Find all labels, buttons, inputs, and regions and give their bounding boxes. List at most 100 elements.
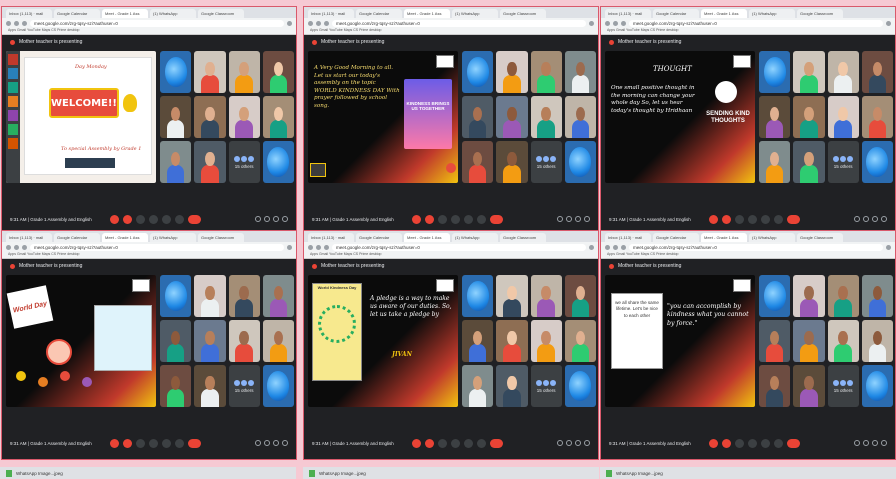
- participant-tile[interactable]: [194, 96, 226, 138]
- browser-tab[interactable]: Google Calendar: [356, 233, 402, 242]
- browser-tab[interactable]: (1) WhatsApp: [150, 9, 196, 18]
- reload-icon[interactable]: [621, 244, 626, 250]
- thumbnail[interactable]: [8, 54, 18, 65]
- browser-tab[interactable]: Inbox (1,113) · mail: [308, 9, 354, 18]
- participant-tile[interactable]: [759, 275, 791, 317]
- participant-tile[interactable]: [462, 141, 494, 183]
- back-icon[interactable]: [6, 20, 11, 26]
- participant-tile[interactable]: [496, 365, 528, 407]
- reload-icon[interactable]: [22, 20, 27, 26]
- participant-tile[interactable]: [496, 275, 528, 317]
- profile-icon[interactable]: [589, 244, 594, 250]
- back-icon[interactable]: [308, 244, 313, 250]
- camera-off-button[interactable]: [722, 214, 731, 224]
- participant-tile[interactable]: [564, 96, 596, 138]
- url-bar[interactable]: meet.google.com/zrg-tqsy-szi?authuser=0: [629, 243, 883, 251]
- participant-tile[interactable]: [228, 96, 260, 138]
- participant-tile[interactable]: [827, 51, 859, 93]
- thumbnail[interactable]: [8, 68, 18, 79]
- others-tile[interactable]: 15 others: [530, 141, 562, 183]
- participant-tile[interactable]: [228, 275, 260, 317]
- participant-tile[interactable]: [564, 320, 596, 362]
- more-options-button[interactable]: [477, 438, 486, 448]
- browser-tab[interactable]: (1) WhatsApp: [150, 233, 196, 242]
- back-icon[interactable]: [605, 20, 610, 26]
- thumbnail[interactable]: [8, 124, 18, 135]
- participant-tile[interactable]: [462, 275, 494, 317]
- participant-tile[interactable]: [262, 141, 294, 183]
- browser-tab[interactable]: Google Classroom: [797, 9, 843, 18]
- participant-tile[interactable]: [759, 51, 791, 93]
- participant-tile[interactable]: [793, 365, 825, 407]
- more-options-button[interactable]: [774, 214, 783, 224]
- participant-tile[interactable]: [759, 141, 791, 183]
- present-button[interactable]: [162, 214, 171, 224]
- forward-icon[interactable]: [14, 20, 19, 26]
- people-button[interactable]: [264, 216, 270, 222]
- chat-button[interactable]: [273, 440, 279, 446]
- info-button[interactable]: [557, 440, 563, 446]
- participant-tile[interactable]: [160, 275, 192, 317]
- info-button[interactable]: [854, 440, 860, 446]
- chat-button[interactable]: [872, 216, 878, 222]
- back-icon[interactable]: [6, 244, 11, 250]
- reload-icon[interactable]: [324, 20, 329, 26]
- thumbnail[interactable]: [8, 138, 18, 149]
- browser-tab[interactable]: Google Classroom: [198, 233, 244, 242]
- bookmarks-bar[interactable]: Apps Gmail YouTube Maps CS Prime desktop: [2, 28, 296, 34]
- leave-call-button[interactable]: [490, 438, 503, 448]
- info-button[interactable]: [557, 216, 563, 222]
- participant-tile[interactable]: [496, 320, 528, 362]
- raise-hand-button[interactable]: [748, 438, 757, 448]
- thumbnail[interactable]: [8, 110, 18, 121]
- browser-tab[interactable]: Google Classroom: [500, 233, 546, 242]
- browser-tab[interactable]: Meet - Grade 1 Ass: [102, 9, 148, 18]
- camera-off-button[interactable]: [425, 438, 434, 448]
- others-tile[interactable]: 15 others: [827, 365, 859, 407]
- participant-tile[interactable]: [160, 320, 192, 362]
- participant-tile[interactable]: [530, 275, 562, 317]
- present-button[interactable]: [464, 438, 473, 448]
- participant-tile[interactable]: [530, 96, 562, 138]
- browser-tab[interactable]: Google Classroom: [198, 9, 244, 18]
- mic-off-button[interactable]: [110, 214, 119, 224]
- url-bar[interactable]: meet.google.com/zrg-tqsy-szi?authuser=0: [30, 243, 284, 251]
- participant-tile[interactable]: [160, 141, 192, 183]
- browser-tab[interactable]: Meet - Grade 1 Ass: [701, 9, 747, 18]
- participant-tile[interactable]: [228, 320, 260, 362]
- participant-tile[interactable]: [793, 275, 825, 317]
- participant-tile[interactable]: [262, 365, 294, 407]
- participant-tile[interactable]: [262, 320, 294, 362]
- participant-tile[interactable]: [496, 141, 528, 183]
- chat-button[interactable]: [575, 216, 581, 222]
- participant-tile[interactable]: [194, 365, 226, 407]
- browser-tab[interactable]: Google Calendar: [653, 233, 699, 242]
- participant-tile[interactable]: [793, 320, 825, 362]
- people-button[interactable]: [566, 216, 572, 222]
- bookmarks-bar[interactable]: Apps Gmail YouTube Maps CS Prime desktop: [601, 252, 895, 258]
- browser-tab[interactable]: (1) WhatsApp: [452, 9, 498, 18]
- profile-icon[interactable]: [589, 20, 594, 26]
- captions-button[interactable]: [136, 438, 145, 448]
- browser-tab[interactable]: Inbox (1,113) · mail: [605, 9, 651, 18]
- activities-button[interactable]: [881, 216, 887, 222]
- mic-off-button[interactable]: [412, 438, 421, 448]
- participant-tile[interactable]: [160, 51, 192, 93]
- thumbnail[interactable]: [8, 96, 18, 107]
- participant-tile[interactable]: [827, 320, 859, 362]
- bookmarks-bar[interactable]: Apps Gmail YouTube Maps CS Prime desktop: [304, 28, 598, 34]
- activities-button[interactable]: [282, 440, 288, 446]
- people-button[interactable]: [863, 440, 869, 446]
- mic-off-button[interactable]: [709, 438, 718, 448]
- participant-tile[interactable]: [861, 275, 893, 317]
- participant-tile[interactable]: [194, 320, 226, 362]
- more-options-button[interactable]: [175, 438, 184, 448]
- profile-icon[interactable]: [886, 20, 891, 26]
- captions-button[interactable]: [735, 214, 744, 224]
- browser-tab[interactable]: Meet - Grade 1 Ass: [404, 233, 450, 242]
- participant-tile[interactable]: [462, 365, 494, 407]
- others-tile[interactable]: 15 others: [228, 365, 260, 407]
- forward-icon[interactable]: [613, 244, 618, 250]
- participant-tile[interactable]: [194, 275, 226, 317]
- activities-button[interactable]: [881, 440, 887, 446]
